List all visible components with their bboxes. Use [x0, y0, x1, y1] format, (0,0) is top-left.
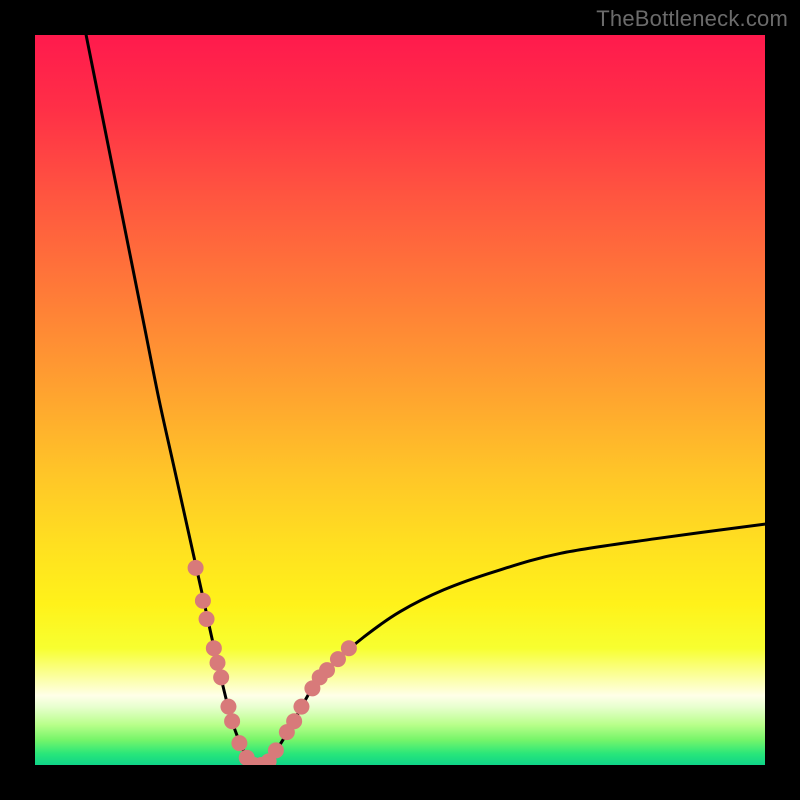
marker-dot [231, 735, 247, 751]
watermark-text: TheBottleneck.com [596, 6, 788, 32]
chart-svg [35, 35, 765, 765]
marker-dot [195, 593, 211, 609]
marker-dot [286, 713, 302, 729]
marker-dot [341, 640, 357, 656]
marker-dot [213, 669, 229, 685]
bottleneck-curve [86, 35, 765, 765]
plot-area [35, 35, 765, 765]
chart-frame: TheBottleneck.com [0, 0, 800, 800]
marker-dot [268, 742, 284, 758]
marker-dot [206, 640, 222, 656]
marker-dot [220, 699, 236, 715]
highlight-markers [188, 560, 357, 765]
marker-dot [293, 699, 309, 715]
marker-dot [199, 611, 215, 627]
marker-dot [224, 713, 240, 729]
marker-dot [210, 655, 226, 671]
marker-dot [188, 560, 204, 576]
